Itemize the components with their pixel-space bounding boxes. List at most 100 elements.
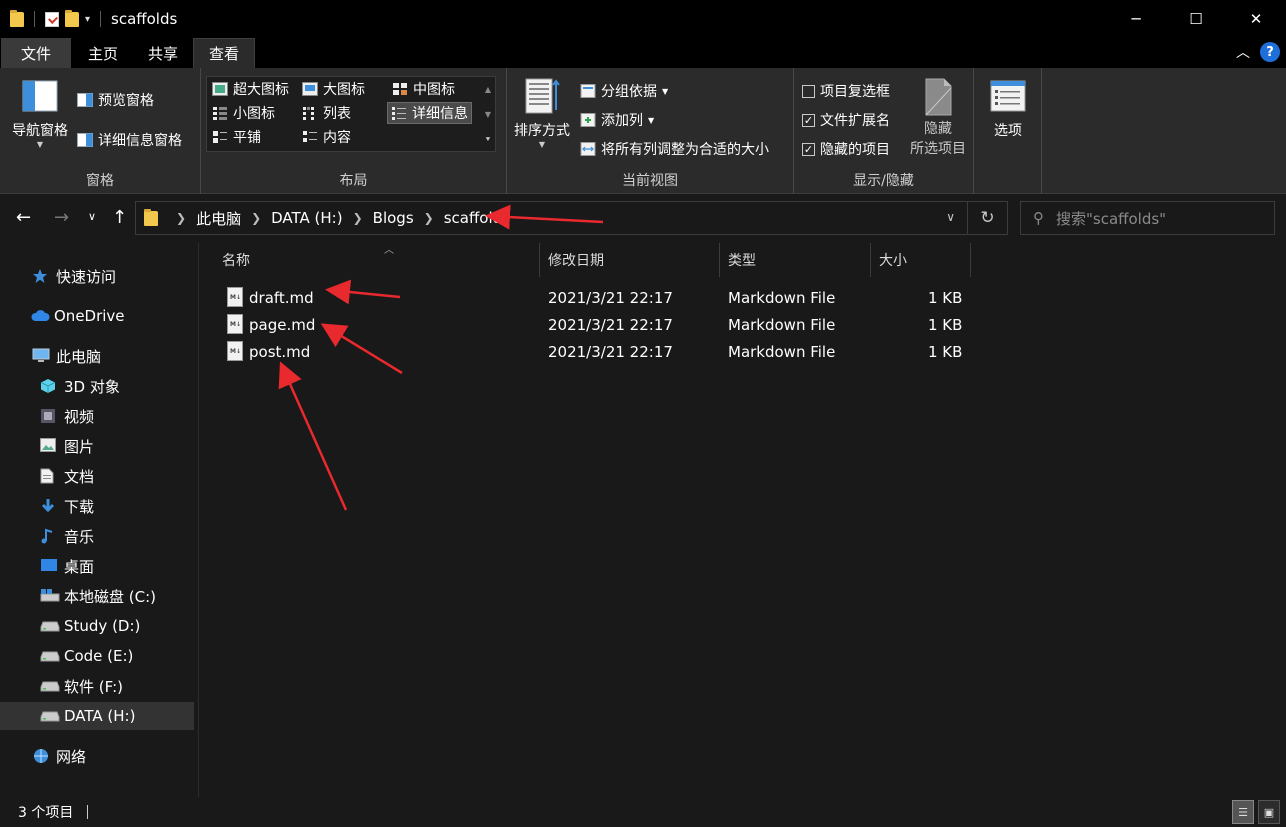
size-all-columns-button[interactable]: 将所有列调整为合适的大小 (580, 139, 769, 159)
chevron-right-icon[interactable]: ❯ (251, 211, 261, 225)
tab-view[interactable]: 查看 (193, 38, 256, 68)
item-checkboxes-toggle[interactable]: 项目复选框 (802, 81, 890, 101)
sidebar-item[interactable]: OneDrive (0, 302, 194, 330)
hidden-items-checkbox[interactable]: ✓ (802, 142, 815, 156)
layout-group-label: 布局 (339, 173, 368, 189)
layout-extra-large-label: 超大图标 (233, 82, 289, 98)
hidden-items-label: 隐藏的项目 (820, 142, 890, 158)
hide-selected-label-1: 隐藏 (924, 121, 952, 137)
hidden-items-toggle[interactable]: ✓ 隐藏的项目 (802, 139, 890, 159)
layout-gallery-scroll[interactable]: ▲ ▼ ⯆ (481, 77, 495, 153)
sidebar-item[interactable]: 3D 对象 (0, 372, 194, 400)
breadcrumb-scaffolds[interactable]: scaffolds (444, 209, 510, 227)
refresh-icon[interactable]: ↻ (967, 202, 1007, 234)
address-history-dropdown-icon[interactable]: ∨ (946, 210, 955, 224)
file-name[interactable]: page.md (249, 316, 315, 334)
add-columns-button[interactable]: 添加列 ▼ (580, 110, 654, 130)
scroll-up-icon[interactable]: ▲ (485, 85, 491, 94)
maximize-button[interactable]: ☐ (1166, 0, 1226, 38)
minimize-button[interactable]: ─ (1106, 0, 1166, 38)
help-icon[interactable]: ? (1260, 42, 1280, 62)
item-checkboxes-checkbox[interactable] (802, 84, 815, 98)
collapse-ribbon-icon[interactable]: ︿ (1236, 42, 1250, 62)
file-row[interactable]: post.md 2021/3/21 22:17 Markdown File 1 KB (220, 339, 976, 366)
tab-file[interactable]: 文件 (1, 38, 72, 68)
new-folder-icon[interactable] (65, 9, 79, 27)
current-view-group-label: 当前视图 (622, 173, 678, 189)
sidebar-item[interactable]: 音乐 (0, 522, 194, 550)
file-extensions-checkbox[interactable]: ✓ (802, 113, 815, 127)
sort-by-button[interactable]: 排序方式 ▼ (511, 78, 573, 149)
file-extensions-toggle[interactable]: ✓ 文件扩展名 (802, 110, 890, 130)
layout-extra-large-icons[interactable]: 超大图标 (209, 78, 292, 100)
file-name[interactable]: post.md (249, 343, 310, 361)
layout-small-icons[interactable]: 小图标 (209, 102, 278, 124)
chevron-right-icon[interactable]: ❯ (176, 211, 186, 225)
sidebar-item[interactable]: Study (D:) (0, 612, 194, 640)
large-icons-view-icon[interactable]: ▣ (1258, 800, 1280, 824)
file-row[interactable]: draft.md 2021/3/21 22:17 Markdown File 1 KB (220, 285, 976, 312)
sidebar-item[interactable]: 下载 (0, 492, 194, 520)
recent-locations-dropdown-icon[interactable]: ∨ (88, 210, 96, 223)
navigation-pane-button[interactable]: 导航窗格 ▼ (8, 80, 72, 149)
close-button[interactable]: ✕ (1226, 0, 1286, 38)
sidebar-item[interactable]: 软件 (F:) (0, 672, 194, 700)
layout-large-icons[interactable]: 大图标 (299, 78, 368, 100)
layout-medium-icons[interactable]: 中图标 (389, 78, 458, 100)
sidebar-item-label: Study (D:) (64, 617, 141, 635)
search-box[interactable]: ⚲ 搜索"scaffolds" (1020, 201, 1275, 235)
scroll-down-icon[interactable]: ▼ (485, 110, 491, 119)
layout-tiles[interactable]: 平铺 (209, 126, 264, 148)
file-row[interactable]: page.md 2021/3/21 22:17 Markdown File 1 KB (220, 312, 976, 339)
size-columns-icon (580, 142, 596, 156)
sidebar-item[interactable]: 网络 (0, 742, 194, 770)
sidebar-item-label: 下载 (64, 497, 95, 516)
chevron-right-icon[interactable]: ❯ (353, 211, 363, 225)
details-pane-label: 详细信息窗格 (98, 133, 182, 149)
expand-gallery-icon[interactable]: ⯆ (485, 135, 491, 145)
folder-icon (10, 9, 24, 27)
customize-toolbar-dropdown-icon[interactable]: ▾ (85, 14, 90, 25)
column-header-type[interactable]: 类型 (720, 243, 871, 277)
up-arrow-icon[interactable]: ↑ (112, 207, 127, 228)
forward-arrow-icon[interactable]: → (54, 207, 69, 228)
sidebar-item-label: 文档 (64, 467, 95, 486)
sidebar-item[interactable]: 视频 (0, 402, 194, 430)
breadcrumb-blogs[interactable]: Blogs (373, 209, 414, 227)
breadcrumb-this-pc[interactable]: 此电脑 (196, 208, 241, 229)
sidebar-item[interactable]: 此电脑 (0, 342, 194, 370)
sidebar-item[interactable]: 本地磁盘 (C:) (0, 582, 194, 610)
tab-share[interactable]: 共享 (133, 38, 193, 68)
file-size: 1 KB (928, 343, 963, 361)
chevron-right-icon[interactable]: ❯ (424, 211, 434, 225)
column-name-label: 名称 (222, 253, 250, 269)
sidebar-item[interactable]: 文档 (0, 462, 194, 490)
layout-list[interactable]: 列表 (299, 102, 354, 124)
sidebar-item[interactable]: Code (E:) (0, 642, 194, 670)
layout-details[interactable]: 详细信息 (387, 102, 472, 124)
layout-tiles-label: 平铺 (233, 130, 261, 146)
back-arrow-icon[interactable]: ← (16, 207, 31, 228)
preview-pane-button[interactable]: 预览窗格 (77, 90, 154, 110)
column-modified-label: 修改日期 (548, 253, 604, 269)
sidebar-item[interactable]: 快速访问 (0, 262, 194, 290)
column-type-label: 类型 (728, 253, 756, 269)
details-pane-button[interactable]: 详细信息窗格 (77, 130, 182, 150)
properties-icon[interactable] (45, 11, 59, 27)
column-header-size[interactable]: 大小 (871, 243, 971, 277)
options-button[interactable]: 选项 (980, 80, 1036, 140)
breadcrumb-data-drive[interactable]: DATA (H:) (271, 209, 342, 227)
details-view-icon[interactable]: ☰ (1232, 800, 1254, 824)
tab-home[interactable]: 主页 (73, 38, 133, 68)
sidebar-item[interactable]: 图片 (0, 432, 194, 460)
layout-content[interactable]: 内容 (299, 126, 354, 148)
column-header-modified[interactable]: 修改日期 (540, 243, 720, 277)
column-header-name[interactable]: ︿ 名称 (214, 243, 540, 277)
hide-selected-button[interactable]: 隐藏 所选项目 (906, 78, 970, 158)
markdown-file-icon (227, 287, 243, 307)
address-bar[interactable]: ❯ 此电脑 ❯ DATA (H:) ❯ Blogs ❯ scaffolds ∨ … (135, 201, 1008, 235)
sidebar-item[interactable]: 桌面 (0, 552, 194, 580)
group-by-button[interactable]: 分组依据 ▼ (580, 81, 668, 101)
sidebar-item[interactable]: DATA (H:) (0, 702, 194, 730)
file-name[interactable]: draft.md (249, 289, 314, 307)
